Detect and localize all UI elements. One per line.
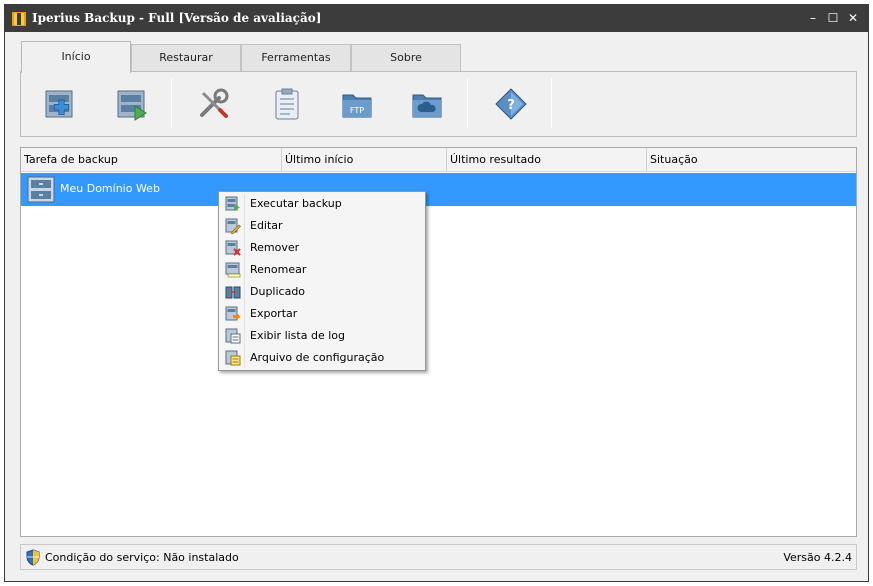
column-header-last-result[interactable]: Último resultado (447, 148, 647, 171)
menu-item-label: Arquivo de configuração (250, 351, 385, 364)
backup-job-icon (27, 176, 55, 203)
new-backup-icon[interactable] (41, 86, 77, 122)
help-book-icon[interactable]: ? (493, 86, 529, 122)
app-window: Iperius Backup - Full [Versão de avaliaç… (4, 4, 869, 582)
tools-icon[interactable] (195, 86, 231, 122)
context-menu: Executar backup Editar Remover Renomear (218, 191, 426, 371)
column-header-task[interactable]: Tarefa de backup (21, 148, 282, 171)
toolbar-separator (467, 78, 468, 128)
menu-item-label: Executar backup (250, 197, 342, 210)
toolbar-separator (171, 78, 172, 128)
menu-item-export[interactable]: Exportar (221, 303, 423, 325)
tab-inicio[interactable]: Início (21, 41, 131, 73)
menu-item-execute-backup[interactable]: Executar backup (221, 193, 423, 215)
menu-item-label: Remover (250, 241, 300, 254)
cloud-folder-icon[interactable] (409, 86, 445, 122)
menu-item-label: Exibir lista de log (250, 329, 345, 342)
svg-text:FTP: FTP (350, 106, 364, 115)
window-title: Iperius Backup - Full [Versão de avaliaç… (32, 11, 322, 25)
list-header: Tarefa de backup Último início Último re… (21, 148, 856, 172)
toolbar: FTP ? (20, 71, 857, 137)
iperius-logo-icon (12, 12, 26, 26)
config-file-icon (225, 350, 241, 366)
menu-item-label: Editar (250, 219, 283, 232)
tab-ferramentas[interactable]: Ferramentas (241, 44, 351, 72)
minimize-button[interactable]: – (804, 9, 822, 27)
menu-item-show-log[interactable]: Exibir lista de log (221, 325, 423, 347)
remove-icon (225, 240, 241, 256)
rename-icon (225, 262, 241, 278)
version-text: Versão 4.2.4 (783, 551, 852, 564)
menu-item-label: Exportar (250, 307, 298, 320)
menu-item-label: Duplicado (250, 285, 306, 298)
task-name: Meu Domínio Web (60, 182, 160, 195)
status-bar: Condição do serviço: Não instalado Versã… (20, 544, 857, 570)
shield-icon (26, 549, 40, 566)
service-status-text: Condição do serviço: Não instalado (45, 551, 239, 564)
title-bar[interactable]: Iperius Backup - Full [Versão de avaliaç… (5, 5, 868, 32)
column-header-last-start[interactable]: Último início (282, 148, 447, 171)
duplicate-icon (225, 286, 241, 299)
execute-icon (225, 196, 240, 211)
tab-restaurar[interactable]: Restaurar (131, 44, 241, 72)
menu-item-config-file[interactable]: Arquivo de configuração (221, 347, 423, 369)
menu-item-label: Renomear (250, 263, 307, 276)
export-icon (225, 306, 241, 321)
close-button[interactable]: ✕ (844, 9, 862, 27)
clipboard-list-icon[interactable] (269, 86, 305, 122)
log-list-icon (225, 328, 241, 344)
svg-text:?: ? (507, 98, 515, 113)
ftp-folder-icon[interactable]: FTP (339, 86, 375, 122)
run-backup-icon[interactable] (113, 86, 149, 122)
edit-icon (225, 218, 241, 234)
maximize-button[interactable]: ☐ (824, 9, 842, 27)
tab-sobre[interactable]: Sobre (351, 44, 461, 72)
column-header-status[interactable]: Situação (647, 148, 858, 171)
toolbar-separator (551, 78, 552, 128)
menu-item-edit[interactable]: Editar (221, 215, 423, 237)
backup-task-list[interactable]: Tarefa de backup Último início Último re… (20, 147, 857, 537)
menu-item-remove[interactable]: Remover (221, 237, 423, 259)
table-row[interactable]: Meu Domínio Web (21, 173, 856, 206)
menu-item-rename[interactable]: Renomear (221, 259, 423, 281)
menu-item-duplicate[interactable]: Duplicado (221, 281, 423, 303)
